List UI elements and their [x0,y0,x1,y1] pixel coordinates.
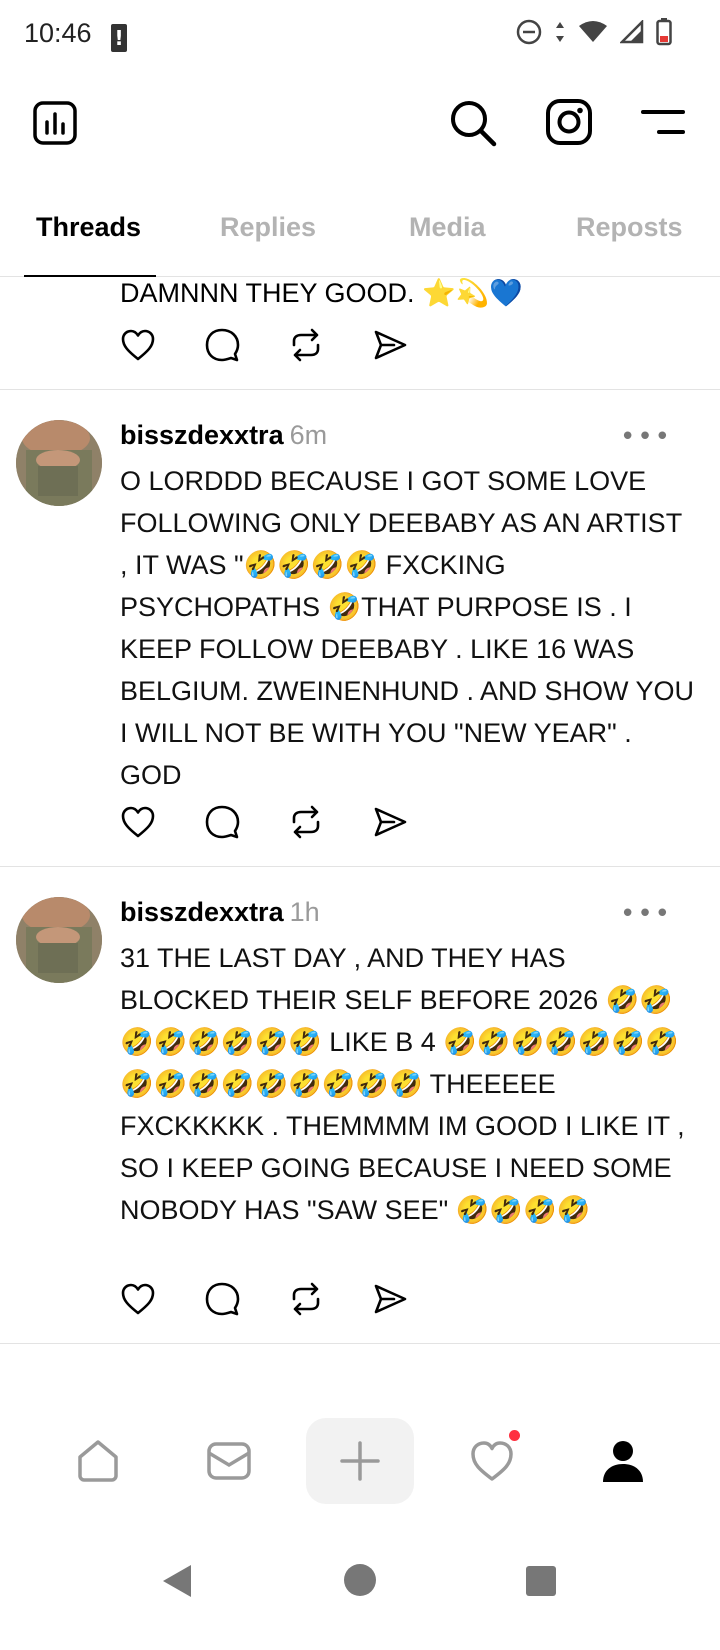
profile-tabs: Threads Replies Media Reposts [0,190,720,277]
menu-icon[interactable] [640,102,686,142]
post-text: 31 THE LAST DAY , AND THEY HAS BLOCKED T… [120,943,685,1225]
comment-icon[interactable] [204,1281,240,1317]
repost-icon[interactable] [288,804,324,840]
post-text: DAMNNN THEY GOOD. ⭐💫💙 [120,278,523,308]
recents-icon[interactable] [525,1565,557,1597]
system-nav [0,1555,720,1650]
post-item[interactable]: bisszdexxtra 1h ••• 31 THE LAST DAY , AND… [0,867,720,1343]
post-username[interactable]: bisszdexxtra [120,897,284,927]
share-icon[interactable] [372,804,408,840]
like-icon[interactable] [120,1281,156,1317]
inbox-icon[interactable] [174,1418,284,1504]
post-actions [120,327,408,363]
post-actions [120,804,408,840]
insights-icon[interactable] [30,98,80,148]
tab-media[interactable]: Media [409,212,486,243]
back-icon[interactable] [160,1563,194,1599]
search-icon[interactable] [446,96,500,150]
avatar[interactable] [16,897,102,983]
post-time: 6m [289,420,328,450]
feed[interactable]: DAMNNN THEY GOOD. ⭐💫💙 bisszdexxtra 6m •••… [0,277,720,1415]
dnd-icon [516,19,542,45]
like-icon[interactable] [120,804,156,840]
like-icon[interactable] [120,327,156,363]
more-options-icon[interactable]: ••• [620,422,672,452]
alert-icon: ! [111,24,127,52]
avatar[interactable] [16,420,102,506]
post-item[interactable]: bisszdexxtra 6m ••• O LORDDD BECAUSE I GO… [0,390,720,866]
home-circle-icon[interactable] [343,1563,377,1597]
post-username[interactable]: bisszdexxtra [120,420,284,450]
signal-icon [620,20,644,44]
activity-icon[interactable] [437,1418,547,1504]
bottom-nav [0,1418,720,1528]
tab-reposts[interactable]: Reposts [576,212,683,243]
post-actions [120,1281,408,1317]
new-thread-icon[interactable] [306,1418,414,1504]
repost-icon[interactable] [288,327,324,363]
status-time: 10:46 [24,18,92,48]
post-text: O LORDDD BECAUSE I GOT SOME LOVE FOLLOWI… [120,466,695,790]
share-icon[interactable] [372,327,408,363]
profile-icon[interactable] [568,1418,678,1504]
comment-icon[interactable] [204,804,240,840]
battery-low-icon [656,18,672,46]
tab-threads[interactable]: Threads [36,212,141,243]
comment-icon[interactable] [204,327,240,363]
repost-icon[interactable] [288,1281,324,1317]
more-options-icon[interactable]: ••• [620,899,672,929]
share-icon[interactable] [372,1281,408,1317]
home-icon[interactable] [43,1418,153,1504]
data-arrows-icon [556,22,564,42]
wifi-icon [579,21,607,42]
top-bar [0,90,720,180]
instagram-icon[interactable] [543,96,595,148]
divider [0,1343,720,1344]
notification-dot [509,1430,520,1441]
status-bar: 10:46 ! [0,0,720,72]
post-time: 1h [289,897,320,927]
tab-replies[interactable]: Replies [220,212,316,243]
